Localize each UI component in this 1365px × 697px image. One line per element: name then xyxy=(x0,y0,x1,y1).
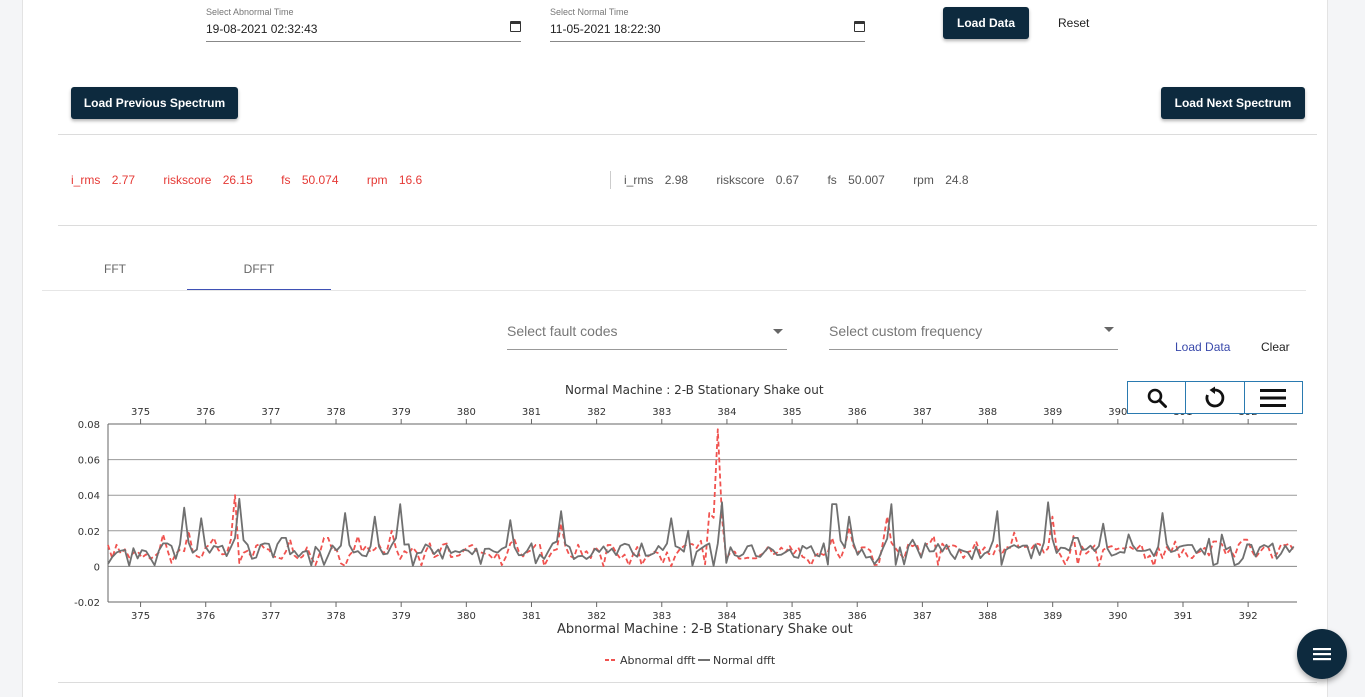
tabs-divider xyxy=(42,290,1306,291)
field-underline xyxy=(507,349,787,350)
metric-label: riskscore xyxy=(716,173,765,187)
reset-button[interactable]: Reset xyxy=(1058,16,1089,30)
divider xyxy=(58,682,1317,683)
tab-fft[interactable]: FFT xyxy=(43,262,187,276)
normal-metrics: i_rms 2.98 riskscore 0.67 fs 50.007 rpm … xyxy=(624,173,969,187)
metric-value: 50.074 xyxy=(301,173,339,187)
fault-codes-placeholder: Select fault codes xyxy=(507,323,618,339)
reset-zoom-icon[interactable] xyxy=(1186,382,1245,413)
abnormal-time-label: Select Abnormal Time xyxy=(206,7,294,17)
abnormal-time-value[interactable]: 19-08-2021 02:32:43 xyxy=(206,22,317,36)
metric-value: 2.77 xyxy=(111,173,136,187)
custom-frequency-placeholder: Select custom frequency xyxy=(829,323,983,339)
abnormal-metrics: i_rms 2.77 riskscore 26.15 fs 50.074 rpm… xyxy=(71,173,422,187)
metrics-separator xyxy=(610,171,611,189)
divider xyxy=(58,225,1317,226)
dropdown-arrow-icon[interactable] xyxy=(773,329,783,334)
dropdown-arrow-icon[interactable] xyxy=(1104,327,1114,332)
field-underline xyxy=(206,41,521,42)
load-next-spectrum-button[interactable]: Load Next Spectrum xyxy=(1161,87,1305,119)
metric-label: i_rms xyxy=(624,173,654,187)
normal-time-label: Select Normal Time xyxy=(550,7,629,17)
metric-label: riskscore xyxy=(163,173,212,187)
metric-label: fs xyxy=(281,173,291,187)
menu-icon[interactable] xyxy=(1245,382,1302,413)
metric-value: 50.007 xyxy=(848,173,885,187)
field-underline xyxy=(550,41,865,42)
metric-label: rpm xyxy=(913,173,934,187)
metric-value: 26.15 xyxy=(222,173,253,187)
chart-toolbar xyxy=(1127,381,1303,414)
menu-icon xyxy=(1313,648,1331,661)
metric-label: fs xyxy=(827,173,837,187)
search-icon[interactable] xyxy=(1128,382,1187,413)
clear-link[interactable]: Clear xyxy=(1261,340,1290,354)
divider xyxy=(58,134,1317,135)
chart-bottom-title: Abnormal Machine : 2-B Stationary Shake … xyxy=(557,622,853,637)
tab-dfft[interactable]: DFFT xyxy=(187,262,331,276)
load-previous-spectrum-button[interactable]: Load Previous Spectrum xyxy=(71,87,238,119)
metric-label: i_rms xyxy=(71,173,101,187)
chart-top-title: Normal Machine : 2-B Stationary Shake ou… xyxy=(565,383,824,397)
calendar-icon[interactable] xyxy=(854,21,865,32)
calendar-icon[interactable] xyxy=(510,21,521,32)
custom-frequency-select[interactable]: Select custom frequency xyxy=(829,323,1118,351)
metric-value: 0.67 xyxy=(775,173,800,187)
metric-value: 2.98 xyxy=(664,173,689,187)
load-data-button[interactable]: Load Data xyxy=(943,7,1029,39)
chart-load-data-link[interactable]: Load Data xyxy=(1175,340,1230,354)
floating-menu-button[interactable] xyxy=(1297,629,1347,679)
metric-value: 16.6 xyxy=(398,173,423,187)
fault-codes-select[interactable]: Select fault codes xyxy=(507,323,787,351)
field-underline xyxy=(829,349,1118,350)
normal-time-value[interactable]: 11-05-2021 18:22:30 xyxy=(550,22,661,36)
metric-value: 24.8 xyxy=(945,173,969,187)
metric-label: rpm xyxy=(366,173,388,187)
